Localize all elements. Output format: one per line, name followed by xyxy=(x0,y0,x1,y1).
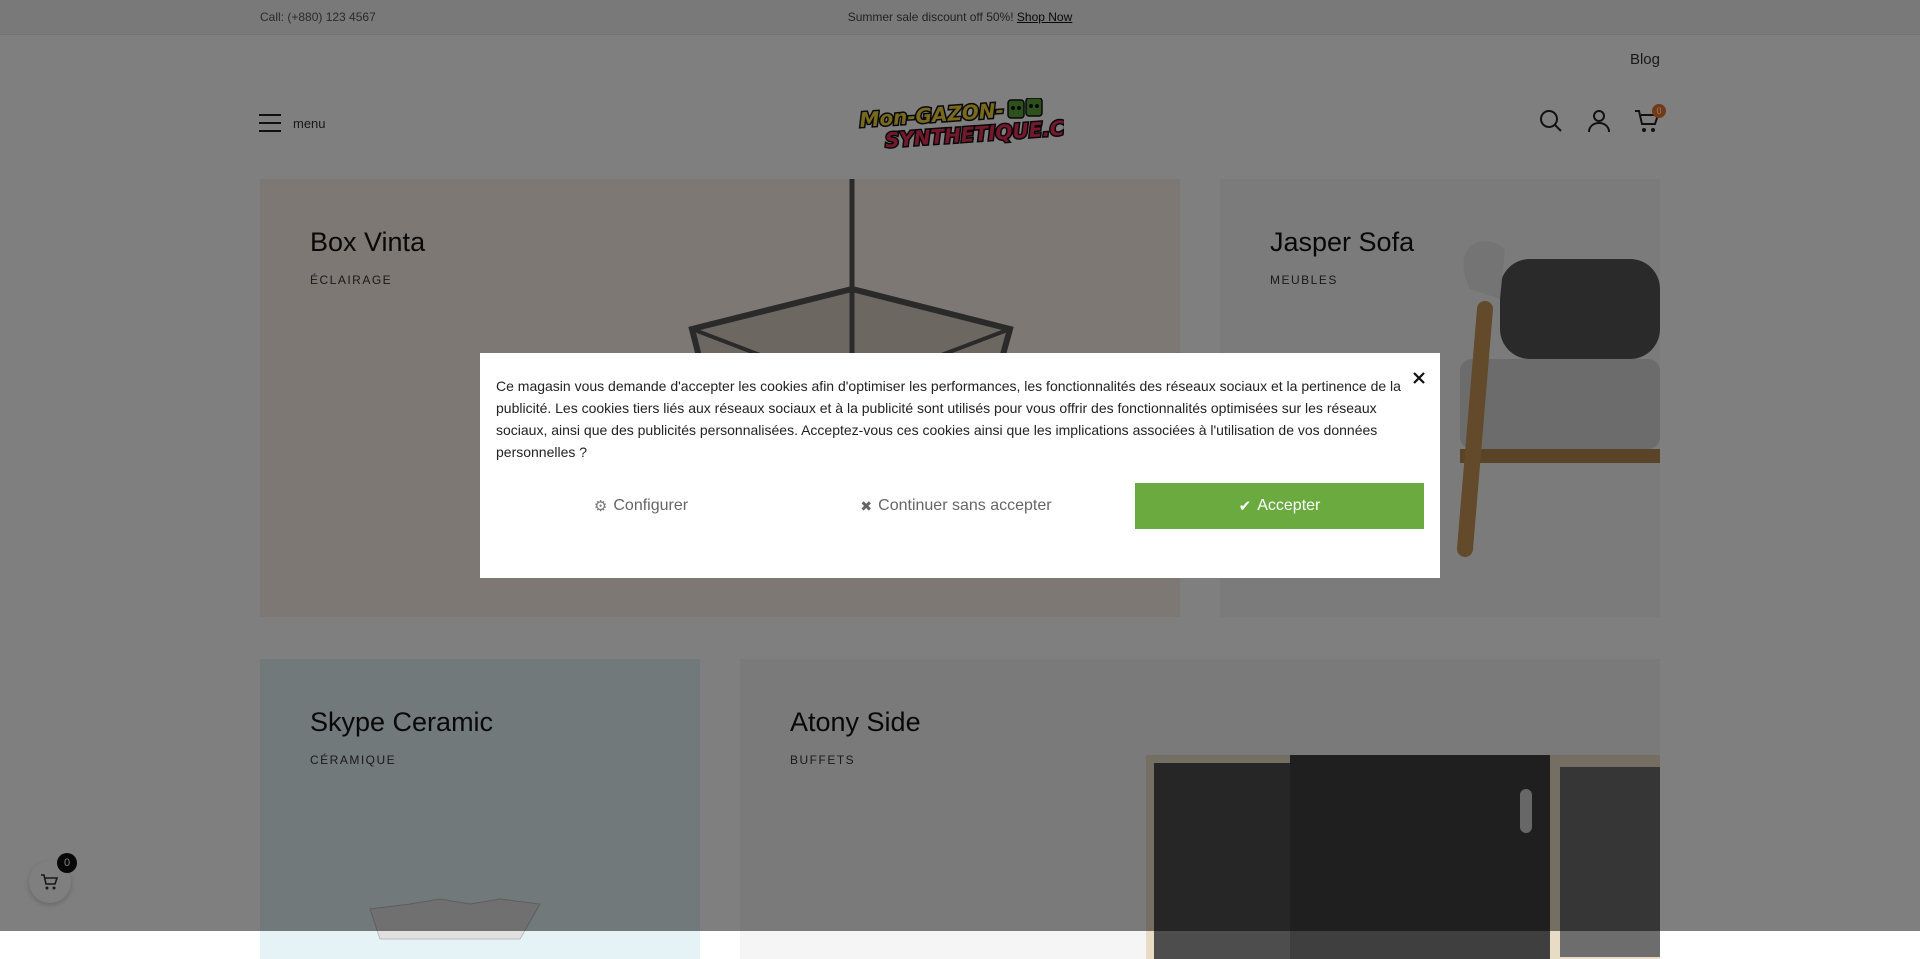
cookie-consent-modal: Ce magasin vous demande d'accepter les c… xyxy=(480,353,1440,578)
close-icon[interactable] xyxy=(1410,369,1428,387)
check-icon: ✔ xyxy=(1238,498,1252,515)
configure-button[interactable]: ⚙ Configurer xyxy=(496,483,786,529)
configure-label: Configurer xyxy=(613,497,689,514)
close-small-icon: ✖ xyxy=(860,497,873,514)
gears-icon: ⚙ xyxy=(593,498,608,515)
continue-label: Continuer sans accepter xyxy=(878,497,1052,514)
continue-without-accepting-button[interactable]: ✖ Continuer sans accepter xyxy=(811,483,1101,529)
accept-button[interactable]: ✔ Accepter xyxy=(1135,483,1424,529)
cookie-actions: ⚙ Configurer ✖ Continuer sans accepter ✔… xyxy=(496,483,1424,529)
accept-label: Accepter xyxy=(1257,497,1321,514)
cookie-message: Ce magasin vous demande d'accepter les c… xyxy=(496,378,1401,460)
